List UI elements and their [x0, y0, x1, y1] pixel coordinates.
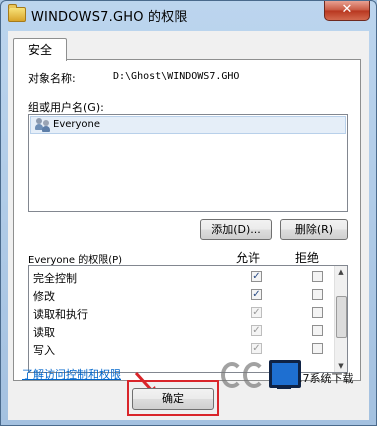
allow-checkbox[interactable]: ✓: [251, 343, 262, 354]
watermark-text: .7系统下载: [299, 372, 354, 385]
allow-checkbox[interactable]: ✓: [251, 307, 262, 318]
permission-row-read: 读取 ✓: [29, 323, 337, 340]
add-button[interactable]: 添加(D)...: [200, 219, 272, 240]
permission-name: 修改: [33, 290, 55, 303]
deny-checkbox[interactable]: [312, 271, 323, 282]
close-button[interactable]: ✕: [324, 1, 370, 21]
permissions-dialog: WINDOWS7.GHO 的权限 ✕ 安全 对象名称: D:\Ghost\WIN…: [0, 0, 377, 426]
permissions-header: Everyone 的权限(P): [28, 255, 123, 266]
site-watermark: .7系统下载: [221, 358, 371, 394]
deny-checkbox[interactable]: [312, 289, 323, 300]
allow-checkbox[interactable]: ✓: [251, 289, 262, 300]
ok-button[interactable]: 确定: [132, 388, 214, 410]
permissions-scrollbar[interactable]: ▲ ▼: [334, 266, 347, 372]
permissions-list[interactable]: 完全控制 ✓ 修改 ✓ 读取和执行 ✓ 读取 ✓ 写入 ✓ ▲ ▼: [28, 265, 348, 373]
allow-checkbox[interactable]: ✓: [251, 271, 262, 282]
access-control-help-link[interactable]: 了解访问控制和权限: [22, 366, 121, 382]
groups-label: 组或用户名(G):: [28, 101, 104, 114]
monitor-stand-icon: [277, 386, 291, 389]
users-listbox[interactable]: Everyone: [28, 114, 348, 212]
permission-name: 读取和执行: [33, 308, 88, 321]
scroll-up-icon[interactable]: ▲: [335, 266, 347, 278]
tab-security[interactable]: 安全: [13, 38, 67, 61]
window-title: WINDOWS7.GHO 的权限: [31, 10, 188, 25]
watermark-logo-icon: [221, 362, 243, 388]
permission-name: 写入: [33, 344, 55, 357]
object-name-label: 对象名称:: [28, 72, 76, 85]
users-icon: [35, 118, 51, 132]
permission-name: 完全控制: [33, 272, 77, 285]
allow-checkbox[interactable]: ✓: [251, 325, 262, 336]
list-item-everyone[interactable]: Everyone: [30, 116, 346, 134]
permission-row-modify: 修改 ✓: [29, 287, 337, 304]
remove-button[interactable]: 删除(R): [280, 219, 348, 240]
monitor-icon: [269, 360, 301, 388]
security-tab-panel: 对象名称: D:\Ghost\WINDOWS7.GHO 组或用户名(G): Ev…: [13, 59, 361, 381]
scroll-thumb[interactable]: [336, 296, 347, 338]
watermark-logo-icon: [243, 362, 265, 388]
permission-name: 读取: [33, 326, 55, 339]
deny-checkbox[interactable]: [312, 325, 323, 336]
deny-checkbox[interactable]: [312, 307, 323, 318]
deny-column-header: 拒绝: [295, 251, 320, 265]
permission-row-full-control: 完全控制 ✓: [29, 269, 337, 286]
permission-row-read-execute: 读取和执行 ✓: [29, 305, 337, 322]
deny-checkbox[interactable]: [312, 343, 323, 354]
object-name-value: D:\Ghost\WINDOWS7.GHO: [113, 71, 240, 82]
title-bar[interactable]: WINDOWS7.GHO 的权限 ✕: [1, 1, 376, 31]
list-item-label: Everyone: [53, 119, 101, 130]
permission-row-write: 写入 ✓: [29, 341, 337, 358]
folder-icon: [8, 4, 26, 22]
allow-column-header: 允许: [236, 251, 261, 265]
